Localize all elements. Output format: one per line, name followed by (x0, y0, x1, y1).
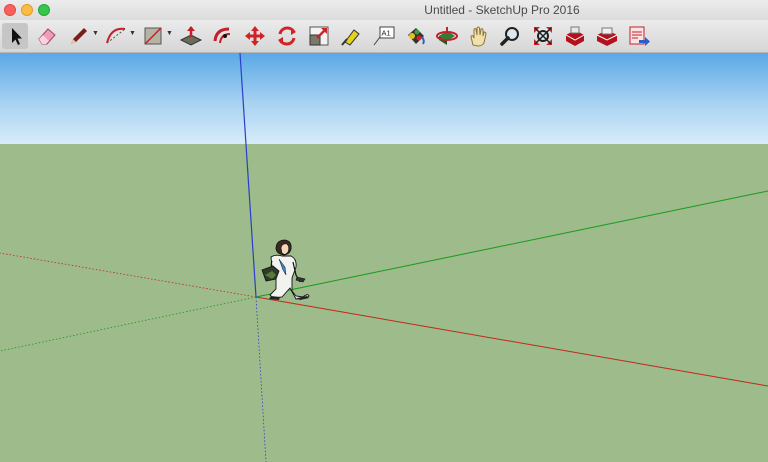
red-axis-negative (0, 252, 257, 298)
blue-axis-negative (255, 296, 267, 462)
text-label-icon: A1 (373, 26, 395, 46)
model-axes (0, 53, 768, 462)
green-axis-negative (0, 296, 257, 352)
text-tool-button[interactable]: A1 (370, 23, 396, 49)
arrow-cursor-icon (12, 28, 22, 45)
line-tool-dropdown-caret[interactable]: ▼ (92, 30, 99, 37)
red-axis-positive (255, 296, 768, 387)
paint-bucket-tool-button[interactable] (402, 23, 428, 49)
select-tool-button[interactable] (2, 23, 28, 49)
zoom-extents-tool-button[interactable] (530, 23, 556, 49)
arc-tool-button[interactable] (103, 23, 129, 49)
drawing-viewport[interactable] (0, 53, 768, 462)
orbit-icon (436, 27, 458, 45)
warehouse-icon (565, 26, 585, 46)
tape-measure-tool-button[interactable] (338, 23, 364, 49)
eraser-icon (38, 28, 56, 45)
push-pull-icon (179, 26, 203, 46)
pencil-icon (71, 28, 87, 44)
window-title: Untitled - SketchUp Pro 2016 (424, 3, 580, 17)
push-pull-tool-button[interactable] (178, 23, 204, 49)
shape-tool-button[interactable] (140, 23, 166, 49)
rotate-tool-button[interactable] (274, 23, 300, 49)
green-axis-positive (255, 190, 768, 298)
hand-icon (470, 26, 487, 47)
tape-measure-icon (341, 29, 360, 46)
shape-tool-dropdown-caret[interactable]: ▼ (166, 30, 173, 37)
scale-icon (309, 26, 329, 46)
rectangle-icon (144, 27, 162, 45)
offset-icon (213, 27, 231, 44)
arc-icon (106, 27, 126, 44)
move-arrows-icon (245, 26, 265, 46)
paint-bucket-icon (408, 28, 425, 45)
extension-warehouse-tool-button[interactable] (594, 23, 620, 49)
text-label-icon-text: A1 (382, 29, 391, 38)
offset-tool-button[interactable] (210, 23, 236, 49)
scale-figure-person[interactable] (261, 239, 310, 300)
title-bar: Untitled - SketchUp Pro 2016 (0, 0, 768, 20)
rotate-icon (278, 26, 296, 46)
send-to-layout-tool-button[interactable] (626, 23, 652, 49)
3d-warehouse-tool-button[interactable] (562, 23, 588, 49)
zoom-tool-button[interactable] (498, 23, 524, 49)
pan-tool-button[interactable] (466, 23, 492, 49)
zoom-extents-icon (534, 27, 552, 45)
line-tool-button[interactable] (66, 23, 92, 49)
blue-axis-positive (239, 53, 257, 298)
toolbar: ▼ ▼ ▼ A1 (0, 20, 768, 53)
orbit-tool-button[interactable] (434, 23, 460, 49)
move-tool-button[interactable] (242, 23, 268, 49)
scale-tool-button[interactable] (306, 23, 332, 49)
layout-icon (629, 26, 650, 46)
extension-icon (596, 27, 618, 46)
arc-tool-dropdown-caret[interactable]: ▼ (129, 30, 136, 37)
eraser-tool-button[interactable] (34, 23, 60, 49)
magnifier-icon (500, 27, 519, 46)
